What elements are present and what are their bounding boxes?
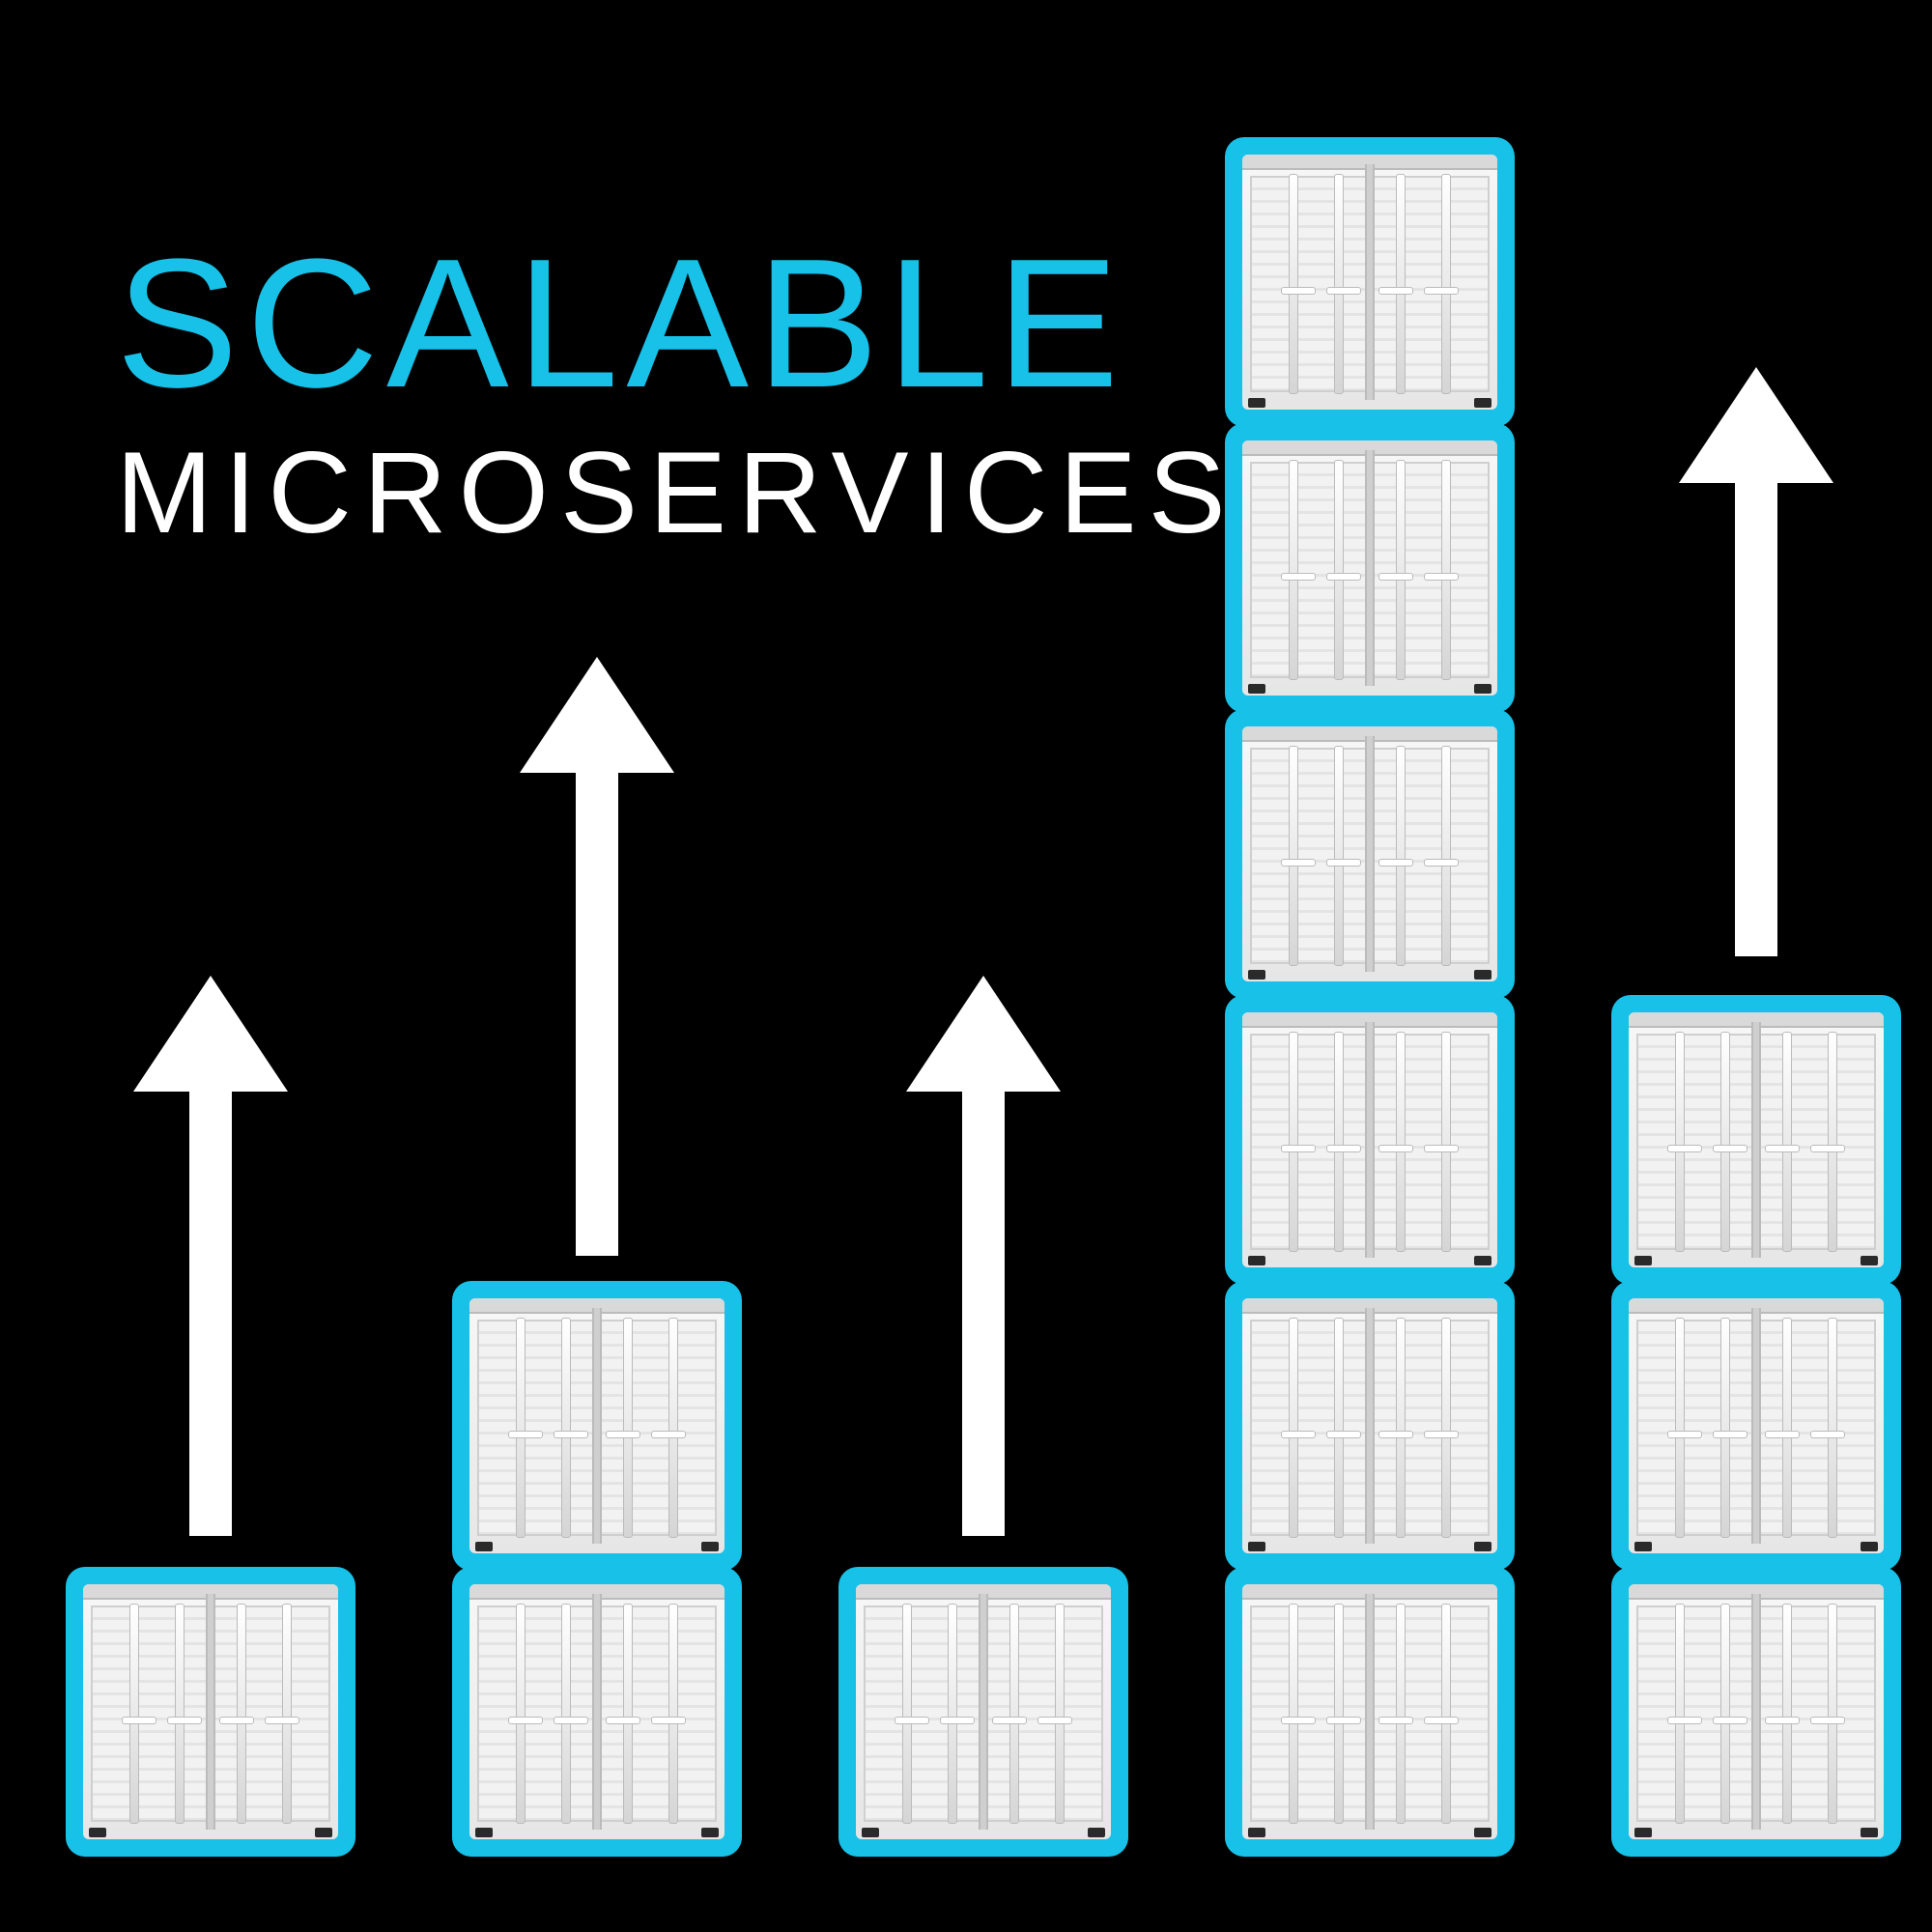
container-tile [1613,1569,1899,1855]
title-block: SCALABLE MICROSERVICES [116,232,1237,551]
container-tile [454,1569,740,1855]
container-tile [1227,139,1513,425]
container-tile [1613,1283,1899,1569]
container-tile [1227,997,1513,1283]
container-tile [1227,425,1513,711]
container-tile [840,1569,1126,1855]
container-tile [1227,711,1513,997]
container-tile [1227,1283,1513,1569]
title-line-2: MICROSERVICES [116,435,1237,551]
up-arrow-icon [916,976,1051,1546]
container-tile [1227,1569,1513,1855]
container-tile [1613,997,1899,1283]
up-arrow-icon [143,976,278,1546]
up-arrow-icon [529,657,665,1265]
diagram-stage: SCALABLE MICROSERVICES [0,0,1932,1932]
container-tile [454,1283,740,1569]
up-arrow-icon [1689,367,1824,966]
container-tile [68,1569,354,1855]
title-line-1: SCALABLE [116,232,1237,415]
